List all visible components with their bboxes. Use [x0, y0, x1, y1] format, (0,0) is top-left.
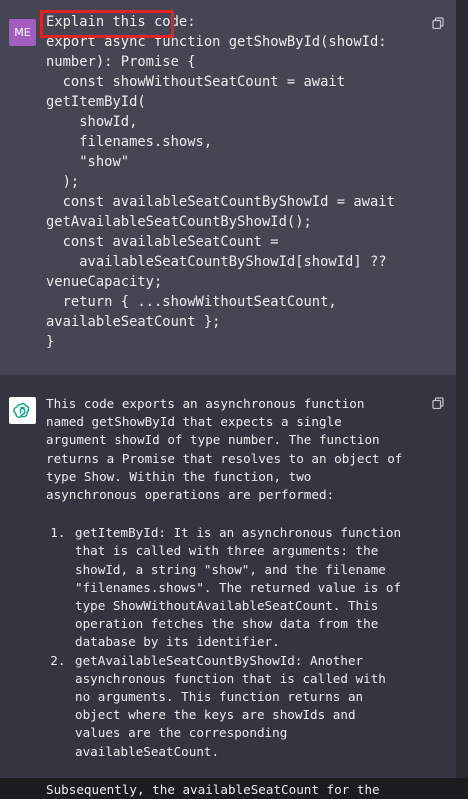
user-message-text: Explain this code: export async function… — [46, 12, 446, 352]
code-line: availableSeatCountByShowId[showId] ?? — [46, 254, 387, 270]
code-line: filenames.shows, — [46, 134, 213, 150]
assistant-message-text: This code exports an asynchronous functi… — [46, 395, 406, 799]
user-avatar: ME — [9, 19, 36, 46]
code-line: const availableSeatCountByShowId = await — [46, 194, 395, 210]
code-line: const showWithoutSeatCount = await — [46, 74, 346, 90]
code-line: getAvailableSeatCountByShowId(); — [46, 214, 312, 230]
assistant-intro: This code exports an asynchronous functi… — [46, 396, 403, 503]
list-item: getAvailableSeatCountByShowId: Another a… — [73, 652, 406, 761]
copy-icon[interactable] — [432, 397, 444, 409]
code-line: return { ...showWithoutSeatCount, — [46, 294, 337, 310]
openai-logo-icon — [13, 402, 30, 418]
code-line: number): Promise { — [46, 54, 196, 70]
highlight-box — [40, 10, 174, 38]
copy-icon[interactable] — [432, 17, 444, 29]
code-block: export async function getShowById(showId… — [46, 34, 395, 350]
scroll-gutter — [456, 0, 468, 778]
code-line: availableSeatCount }; — [46, 314, 221, 330]
list-item: getItemById: It is an asynchronous funct… — [73, 524, 406, 651]
operations-list: getItemById: It is an asynchronous funct… — [46, 524, 406, 761]
code-line: getItemById( — [46, 94, 146, 110]
assistant-continuation: Subsequently, the availableSeatCount for… — [46, 781, 380, 797]
code-line: } — [46, 334, 55, 350]
code-line: venueCapacity; — [46, 274, 163, 290]
code-line: ); — [46, 174, 80, 190]
assistant-avatar — [9, 397, 36, 424]
code-line: const availableSeatCount = — [46, 234, 279, 250]
code-line: showId, — [46, 114, 138, 130]
code-line: "show" — [46, 154, 130, 170]
